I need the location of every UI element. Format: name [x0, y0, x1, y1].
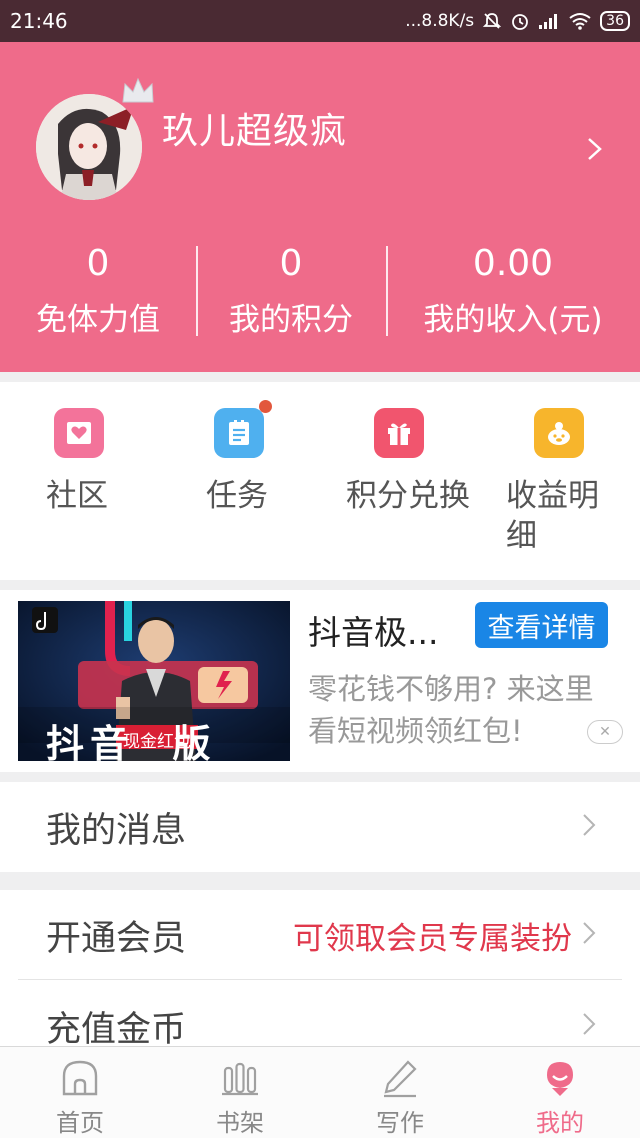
network-speed: ...8.8K/s: [405, 11, 475, 31]
row-messages[interactable]: 我的消息: [0, 782, 640, 872]
home-icon: [60, 1057, 100, 1099]
notification-dot: [259, 400, 272, 413]
row-label: 我的消息: [46, 810, 187, 851]
quick-entries: 社区 任务 积分兑换 收益明细: [0, 382, 640, 580]
stat-income[interactable]: 0.00 我的收入(元): [386, 242, 640, 352]
chevron-right-icon: [582, 921, 596, 949]
pen-icon: [380, 1057, 420, 1099]
entry-income-detail[interactable]: 收益明细: [506, 408, 626, 556]
stat-label: 我的收入(元): [423, 302, 603, 338]
entry-points-exchange[interactable]: 积分兑换: [346, 408, 476, 516]
account-group: 开通会员 可领取会员专属装扮 充值金币: [0, 890, 640, 1046]
piggy-bank-icon: [534, 408, 584, 458]
stat-label: 我的积分: [229, 302, 353, 338]
status-indicators: ...8.8K/s 36: [405, 11, 630, 31]
avatar-container[interactable]: [36, 77, 154, 200]
nav-label: 书架: [216, 1109, 264, 1137]
battery-indicator: 36: [600, 11, 630, 31]
chevron-right-icon[interactable]: [586, 136, 604, 166]
nav-label: 写作: [376, 1109, 424, 1137]
profile-header[interactable]: 玖儿超级疯 0 免体力值 0 我的积分 0.00 我的收入(元): [0, 42, 640, 372]
messages-group: 我的消息: [0, 782, 640, 872]
wifi-icon: [568, 12, 592, 30]
row-label: 充值金币: [46, 1009, 187, 1047]
mute-icon: [482, 11, 502, 31]
stats-row: 0 免体力值 0 我的积分 0.00 我的收入(元): [0, 242, 640, 352]
nav-label: 我的: [536, 1109, 584, 1137]
row-vip[interactable]: 开通会员 可领取会员专属装扮: [0, 890, 640, 980]
nav-bookshelf[interactable]: 书架: [160, 1047, 320, 1138]
nav-write[interactable]: 写作: [320, 1047, 480, 1138]
signal-icon: [538, 12, 560, 30]
ad-title[interactable]: 抖音极...: [308, 606, 468, 654]
stat-value: 0.00: [472, 243, 554, 284]
stat-points[interactable]: 0 我的积分: [196, 242, 386, 352]
ad-image[interactable]: 抖音 版 现金红包: [18, 601, 290, 761]
alarm-icon: [510, 11, 530, 31]
bookshelf-icon: [220, 1057, 260, 1099]
ad-image-caption: 现金红包: [123, 732, 191, 752]
stat-value: 0: [86, 243, 110, 284]
ad-detail-button[interactable]: 查看详情: [475, 602, 608, 648]
entry-label: 积分兑换: [346, 478, 470, 514]
nav-mine[interactable]: 我的: [480, 1047, 640, 1138]
stat-value: 0: [279, 243, 303, 284]
ad-description[interactable]: 零花钱不够用? 来这里看短视频领红包!: [308, 668, 608, 752]
username[interactable]: 玖儿超级疯: [162, 102, 347, 154]
ad-close-icon[interactable]: ✕: [587, 720, 623, 744]
crown-icon: [120, 76, 156, 110]
status-bar: 21:46 ...8.8K/s 36: [0, 0, 640, 42]
community-icon: [54, 408, 104, 458]
status-time: 21:46: [10, 9, 68, 33]
chevron-right-icon: [582, 813, 596, 841]
gift-icon: [374, 408, 424, 458]
entry-label: 收益明细: [506, 478, 599, 554]
chevron-right-icon: [582, 1012, 596, 1040]
task-list-icon: [214, 400, 272, 458]
nav-label: 首页: [56, 1109, 104, 1137]
entry-label: 任务: [206, 478, 268, 514]
ad-card[interactable]: 抖音 版 现金红包 抖音极... 查看详情 零花钱不够用? 来这里看短视频领红包…: [0, 590, 640, 772]
stat-label: 免体力值: [36, 302, 160, 338]
profile-icon: [540, 1057, 580, 1099]
vip-promo-text: 可领取会员专属装扮: [293, 920, 572, 957]
entry-community[interactable]: 社区: [46, 408, 206, 516]
bottom-nav: 首页 书架 写作 我的: [0, 1046, 640, 1138]
row-recharge[interactable]: 充值金币: [0, 980, 640, 1046]
entry-label: 社区: [46, 478, 108, 514]
stat-stamina[interactable]: 0 免体力值: [0, 242, 196, 352]
row-label: 开通会员: [46, 918, 187, 959]
nav-home[interactable]: 首页: [0, 1047, 160, 1138]
entry-task[interactable]: 任务: [206, 400, 366, 516]
